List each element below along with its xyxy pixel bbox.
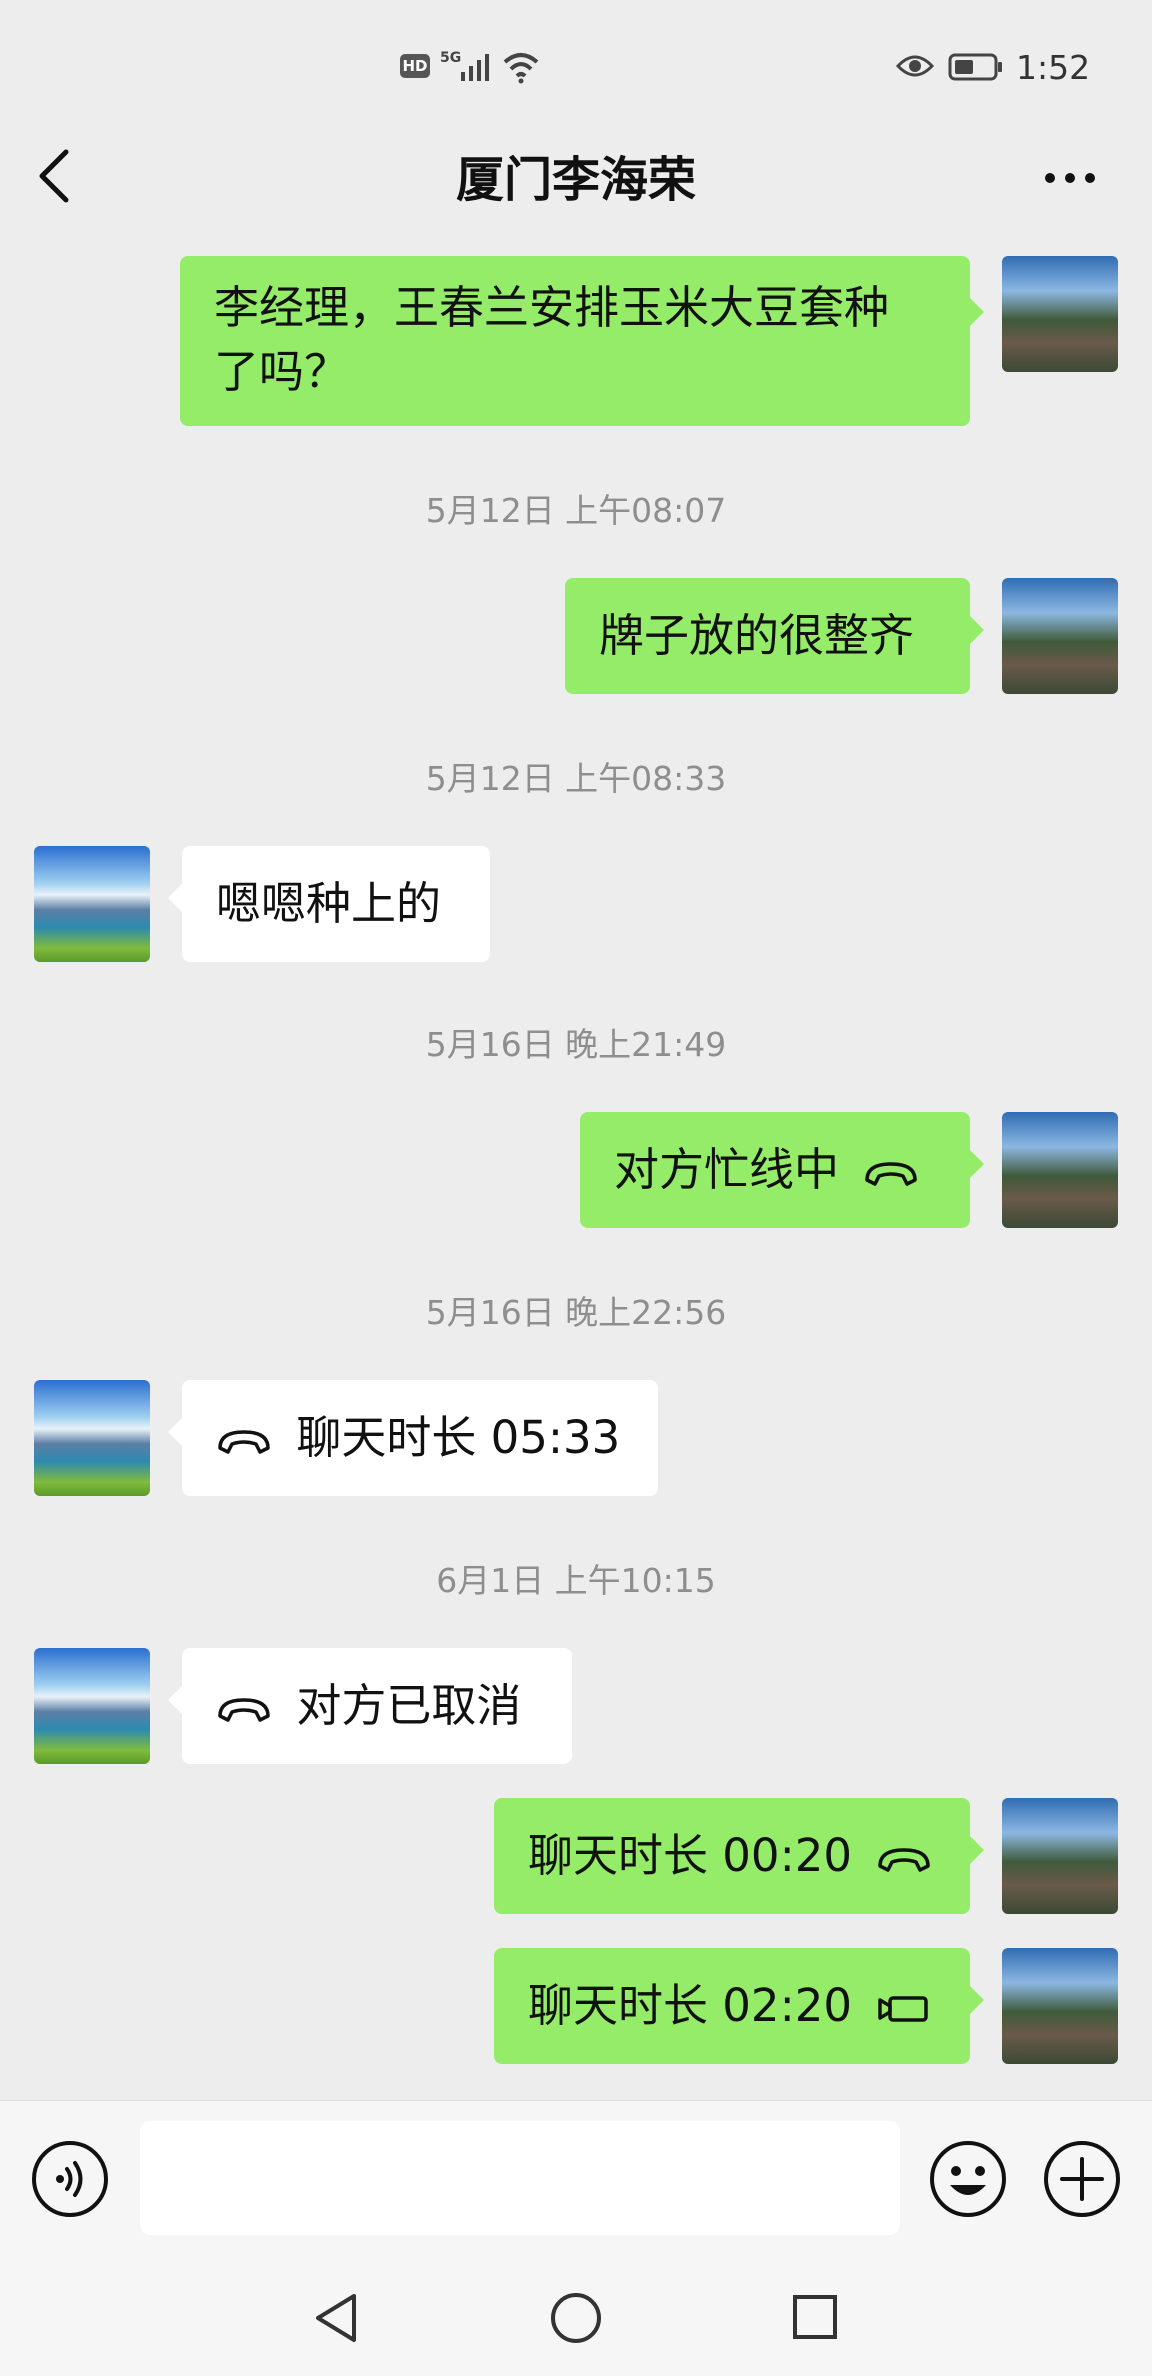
status-time: 1:52: [1016, 48, 1091, 87]
phone-icon: [865, 1162, 918, 1186]
nav-recent-icon[interactable]: [790, 2292, 840, 2342]
hd-badge: HD: [400, 54, 430, 78]
more-dots-icon[interactable]: [1042, 170, 1098, 186]
timestamp: 5月12日 上午08:07: [425, 491, 727, 530]
self-avatar[interactable]: [1002, 1798, 1118, 1914]
call-bubble[interactable]: 聊天时长 05:33: [168, 1380, 658, 1496]
system-nav-bar: [0, 2260, 1152, 2376]
self-avatar[interactable]: [1002, 1948, 1118, 2064]
network-type: 5G: [440, 50, 462, 66]
voice-icon[interactable]: [30, 2139, 110, 2219]
message-bubble[interactable]: 李经理，王春兰安排玉米大豆套种 了吗？: [180, 256, 984, 426]
call-text: 对方忙线中: [614, 1143, 840, 1196]
call-bubble[interactable]: 对方已取消: [168, 1648, 572, 1764]
call-text: 聊天时长 05:33: [296, 1411, 621, 1464]
message-bubble[interactable]: 牌子放的很整齐: [565, 578, 984, 694]
message-input[interactable]: [140, 2121, 900, 2235]
call-bubble[interactable]: 聊天时长 00:20: [494, 1798, 984, 1914]
message-text: 嗯嗯种上的: [216, 877, 442, 930]
phone-icon: [878, 1848, 931, 1872]
status-bar: HD 5G 1:52: [0, 0, 1152, 136]
message-text: 牌子放的很整齐: [599, 609, 915, 662]
call-text: 对方已取消: [296, 1679, 522, 1732]
call-text: 聊天时长 02:20: [528, 1979, 852, 2032]
emoji-icon[interactable]: [928, 2139, 1008, 2219]
self-avatar[interactable]: [1002, 1112, 1118, 1228]
message-line: 了吗？: [214, 345, 350, 398]
nav-home-icon[interactable]: [548, 2290, 604, 2346]
nav-back-icon[interactable]: [310, 2290, 362, 2346]
self-avatar[interactable]: [1002, 256, 1118, 372]
input-bar: [0, 2100, 1152, 2261]
call-text: 聊天时长 00:20: [528, 1829, 852, 1882]
contact-avatar[interactable]: [34, 1648, 150, 1764]
timestamp: 6月1日 上午10:15: [436, 1561, 716, 1600]
signal-icon: [461, 54, 489, 81]
battery-icon: [948, 53, 1002, 81]
message-line: 李经理，王春兰安排玉米大豆套种: [214, 281, 890, 334]
message-bubble[interactable]: 嗯嗯种上的: [168, 846, 490, 962]
phone-icon: [218, 1698, 270, 1722]
chat-title: 厦门李海荣: [455, 152, 696, 208]
phone-icon: [218, 1430, 270, 1454]
plus-icon[interactable]: [1042, 2139, 1122, 2219]
video-icon: [878, 1996, 929, 2022]
self-avatar[interactable]: [1002, 578, 1118, 694]
eye-icon: [896, 55, 934, 77]
call-bubble[interactable]: 对方忙线中: [580, 1112, 984, 1228]
contact-avatar[interactable]: [34, 846, 150, 962]
timestamp: 5月16日 晚上21:49: [425, 1025, 727, 1064]
wifi-icon: [503, 53, 539, 84]
timestamp: 5月12日 上午08:33: [425, 759, 727, 798]
contact-avatar[interactable]: [34, 1380, 150, 1496]
timestamp: 5月16日 晚上22:56: [425, 1293, 727, 1332]
call-bubble[interactable]: 聊天时长 02:20: [494, 1948, 984, 2064]
